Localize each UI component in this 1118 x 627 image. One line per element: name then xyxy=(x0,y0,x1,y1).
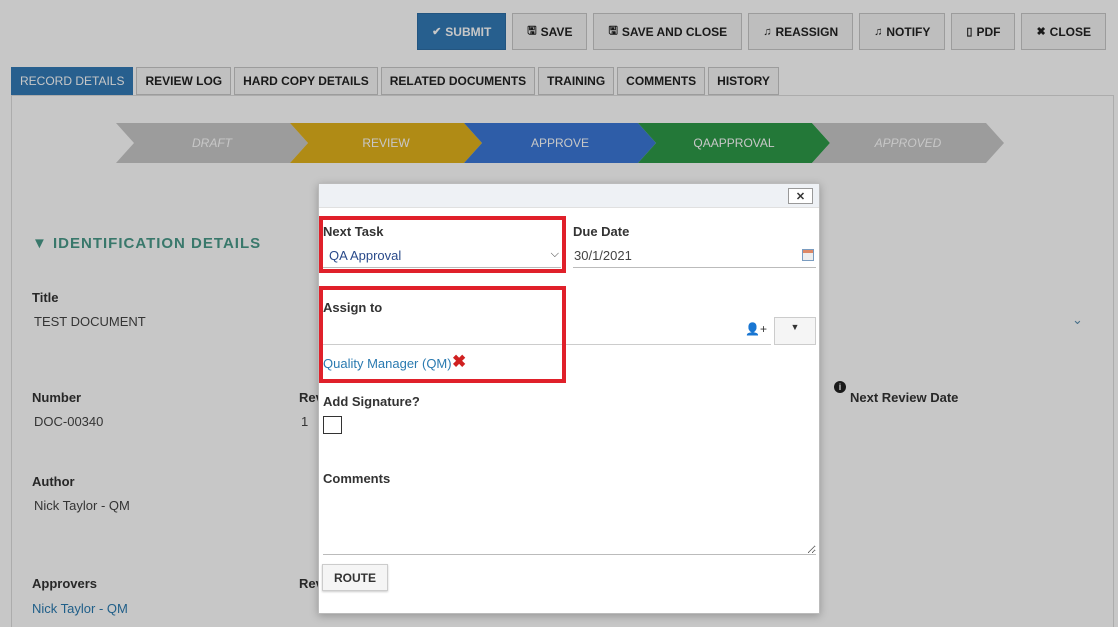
caret-down-icon: ▼ xyxy=(790,322,800,332)
assign-to-label: Assign to xyxy=(323,300,383,315)
add-signature-checkbox[interactable] xyxy=(323,416,342,434)
remove-assignee-icon[interactable]: ✖ xyxy=(452,352,466,372)
due-date-value: 30/1/2021 xyxy=(574,248,632,263)
next-task-label: Next Task xyxy=(323,224,384,239)
due-date-input[interactable]: 30/1/2021 xyxy=(573,244,816,268)
due-date-label: Due Date xyxy=(573,224,630,239)
add-signature-label: Add Signature? xyxy=(323,394,420,409)
dialog-close-button[interactable]: ✕ xyxy=(788,188,813,204)
add-user-icon[interactable]: 👤+ xyxy=(745,322,767,336)
calendar-icon[interactable] xyxy=(802,249,814,261)
dialog-header: ✕ xyxy=(319,184,819,208)
assign-dropdown-button[interactable]: ▼ xyxy=(774,317,816,345)
comments-label: Comments xyxy=(323,471,391,486)
comments-textarea[interactable] xyxy=(323,492,816,555)
assignee-link[interactable]: Quality Manager (QM) xyxy=(323,356,452,371)
next-task-select[interactable]: QA Approval ⌵ xyxy=(323,244,561,268)
route-button[interactable]: ROUTE xyxy=(322,564,388,591)
assign-to-input[interactable] xyxy=(323,344,771,345)
chevron-down-icon: ⌵ xyxy=(550,248,559,260)
next-task-value: QA Approval xyxy=(329,248,402,263)
